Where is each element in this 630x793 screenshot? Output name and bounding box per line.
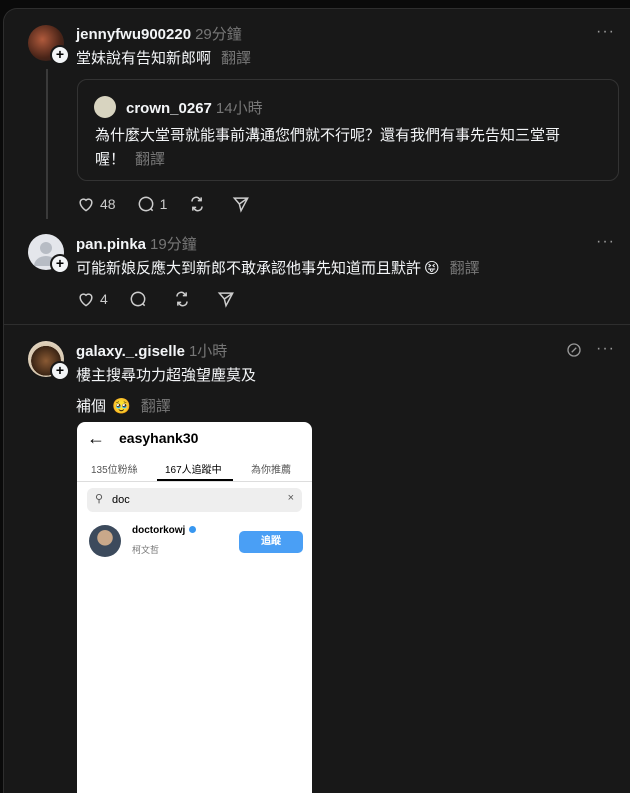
verified-badge-icon bbox=[189, 526, 197, 533]
result-username: doctorkowj bbox=[132, 525, 197, 536]
profile-title: easyhank30 bbox=[119, 430, 199, 446]
emoji: 🥹 bbox=[112, 398, 131, 415]
translate-link[interactable]: 翻譯 bbox=[221, 50, 251, 67]
avatar[interactable] bbox=[94, 96, 116, 118]
repost-button[interactable] bbox=[172, 289, 196, 309]
send-icon bbox=[217, 292, 234, 308]
translate-link[interactable]: 翻譯 bbox=[135, 151, 165, 168]
quoted-username: crown_0267 14小時 bbox=[126, 100, 263, 117]
more-options-icon[interactable]: ··· bbox=[596, 23, 615, 41]
thread-line bbox=[46, 69, 48, 219]
comment-icon bbox=[138, 196, 153, 212]
quoted-text: 為什麼大堂哥就能事前溝通您們就不行呢？還有我們有事先告知三堂哥 喔！ 翻譯 bbox=[95, 127, 561, 168]
timestamp: 19分鐘 bbox=[150, 236, 197, 253]
comment-icon bbox=[130, 291, 146, 307]
clear-icon: × bbox=[287, 492, 294, 504]
repost-button[interactable] bbox=[187, 194, 211, 214]
tab-suggested: 為你推薦 bbox=[251, 465, 291, 476]
post-text-line-2: 補個 🥹 翻譯 bbox=[76, 398, 171, 415]
like-count: 48 bbox=[100, 196, 116, 212]
comment-button[interactable] bbox=[128, 289, 152, 309]
post-1: + jennyfwu900220 29分鐘 ··· 堂妹說有告知新郎啊 翻譯 cro… bbox=[4, 9, 630, 219]
like-button[interactable]: 48 bbox=[76, 194, 116, 214]
tabs-divider bbox=[77, 481, 312, 482]
like-button[interactable]: 4 bbox=[76, 289, 108, 309]
repost-icon bbox=[176, 291, 188, 307]
action-bar: 48 1 bbox=[76, 194, 275, 214]
emoji: 😝 bbox=[424, 260, 440, 277]
follow-plus-icon[interactable]: + bbox=[50, 361, 70, 381]
like-count: 4 bbox=[100, 291, 108, 307]
username[interactable]: pan.pinka 19分鐘 bbox=[76, 233, 197, 254]
feed-panel: + jennyfwu900220 29分鐘 ··· 堂妹說有告知新郎啊 翻譯 cro… bbox=[3, 8, 630, 793]
translate-link[interactable]: 翻譯 bbox=[450, 260, 480, 277]
more-options-icon[interactable]: ··· bbox=[596, 233, 615, 251]
tab-following: 167人追蹤中 bbox=[165, 465, 222, 476]
timestamp: 29分鐘 bbox=[195, 26, 242, 43]
comment-button[interactable]: 1 bbox=[136, 194, 168, 214]
search-field: ⚲ doc × bbox=[87, 488, 302, 512]
post-text: 樓主搜尋功力超強望塵莫及 bbox=[76, 367, 257, 384]
post-3: + galaxy._.giselle 1小時 ··· 樓主搜尋功力超強望塵莫及 補… bbox=[4, 331, 630, 793]
heart-icon bbox=[79, 198, 93, 212]
translate-link[interactable]: 翻譯 bbox=[141, 398, 171, 415]
attached-screenshot[interactable]: ← easyhank30 135位粉絲 167人追蹤中 為你推薦 ⚲ doc ×… bbox=[77, 422, 312, 793]
search-value: doc bbox=[112, 494, 130, 506]
result-avatar bbox=[89, 525, 121, 557]
share-button[interactable] bbox=[231, 194, 255, 214]
timestamp: 1小時 bbox=[188, 343, 228, 360]
post-2: + pan.pinka 19分鐘 ··· 可能新娘反應大到新郎不敢承認他事先知道而… bbox=[4, 227, 630, 327]
heart-icon bbox=[79, 293, 93, 307]
follow-plus-icon[interactable]: + bbox=[50, 45, 70, 65]
post-text: 可能新娘反應大到新郎不敢承認他事先知道而且默許 😝 翻譯 bbox=[76, 260, 480, 277]
send-icon bbox=[233, 197, 250, 213]
username[interactable]: jennyfwu900220 29分鐘 bbox=[76, 23, 242, 44]
follow-plus-icon[interactable]: + bbox=[50, 254, 70, 274]
tab-followers: 135位粉絲 bbox=[91, 465, 138, 476]
search-icon: ⚲ bbox=[95, 493, 104, 505]
follow-button: 追蹤 bbox=[239, 531, 303, 553]
quoted-post[interactable]: crown_0267 14小時 為什麼大堂哥就能事前溝通您們就不行呢？還有我們有事… bbox=[77, 79, 619, 181]
result-fullname: 柯文哲 bbox=[132, 545, 160, 555]
divider bbox=[4, 324, 630, 325]
comment-count: 1 bbox=[159, 196, 168, 212]
edit-icon[interactable] bbox=[565, 341, 583, 359]
back-arrow-icon: ← bbox=[87, 428, 105, 448]
action-bar: 4 bbox=[76, 289, 260, 309]
post-text: 堂妹說有告知新郎啊 翻譯 bbox=[76, 50, 252, 67]
more-options-icon[interactable]: ··· bbox=[596, 340, 615, 358]
share-button[interactable] bbox=[216, 289, 240, 309]
repost-icon bbox=[191, 196, 204, 212]
username[interactable]: galaxy._.giselle 1小時 bbox=[76, 340, 227, 361]
